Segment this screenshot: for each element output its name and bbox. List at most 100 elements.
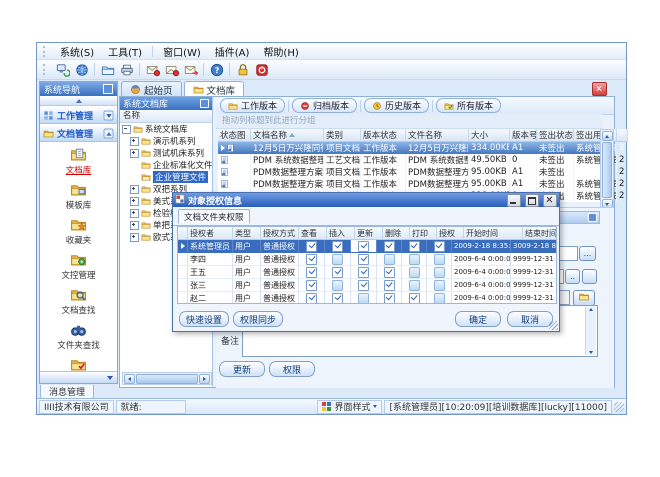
expand-plus-icon[interactable] — [130, 233, 139, 242]
sidebar-item-3[interactable]: 文控管理 — [40, 249, 117, 284]
permission-row-4[interactable]: 赵二用户普通授权2009-6-4 0:00:009999-12-31 23:59… — [178, 292, 556, 304]
sidebar-item-5[interactable]: 文件夹查找 — [40, 319, 117, 354]
checkbox[interactable] — [306, 267, 317, 278]
checkbox[interactable] — [358, 241, 369, 252]
tree-horizontal-scrollbar[interactable] — [122, 372, 212, 385]
checkbox[interactable] — [358, 293, 369, 304]
tree-node-3[interactable]: 企业标准化文件 — [120, 159, 212, 171]
perm-column-header-0[interactable] — [178, 227, 188, 240]
checkbox[interactable] — [306, 241, 317, 252]
version-tab-1[interactable]: 归档版本 — [292, 98, 357, 113]
toolbar-button-mail-read[interactable] — [162, 61, 181, 78]
checkbox[interactable] — [306, 293, 317, 304]
expand-plus-icon[interactable] — [130, 185, 139, 194]
checkbox[interactable] — [332, 254, 343, 265]
menu-item-1[interactable]: 工具(T) — [101, 43, 149, 60]
checkbox[interactable] — [409, 280, 420, 291]
table-row-3[interactable]: PDM数据整理方案2.doc项目文档工作版本PDM数据整理方案2.doc95.0… — [218, 178, 600, 190]
perm-column-header-2[interactable]: 类型 — [233, 227, 261, 240]
toolbar-button-lock[interactable] — [233, 61, 252, 78]
toolbar-button-globe[interactable] — [72, 61, 91, 78]
checkbox[interactable] — [434, 241, 445, 252]
expand-plus-icon[interactable] — [130, 149, 139, 158]
scroll-right-button[interactable] — [199, 374, 210, 384]
scrollbar-thumb[interactable] — [136, 374, 198, 384]
table-vertical-scrollbar[interactable] — [600, 129, 614, 211]
perm-column-header-3[interactable]: 授权方式 — [261, 227, 299, 240]
sidebar-group-1[interactable]: 文档管理 — [40, 124, 117, 142]
table-row-2[interactable]: PDM数据整理方案.doc项目文档工作版本PDM数据整理方案.doc95.00K… — [218, 166, 600, 178]
checkbox[interactable] — [409, 241, 420, 252]
table-row-1[interactable]: PDM 系统数据整理检...工艺文档工作版本PDM 系统数据整理...49.50… — [218, 154, 600, 166]
message-panel-tab[interactable]: 消息管理 — [40, 385, 94, 399]
checkbox[interactable] — [409, 267, 420, 278]
perm-column-header-4[interactable]: 查看 — [299, 227, 327, 240]
quick-setup-button[interactable]: 快速设置 — [179, 311, 229, 327]
checkbox[interactable] — [358, 267, 369, 278]
tree-column-header[interactable]: 名称 — [120, 110, 212, 123]
close-tab-button[interactable] — [592, 82, 607, 96]
scroll-left-button[interactable] — [124, 374, 135, 384]
sidebar-overflow-strip[interactable] — [40, 371, 117, 383]
permission-sync-button[interactable]: 权限同步 — [233, 311, 283, 327]
permission-row-2[interactable]: 王五用户普通授权2009-6-4 0:00:009999-12-31 23:59… — [178, 266, 556, 279]
collapse-minus-icon[interactable] — [122, 125, 131, 134]
ok-button[interactable]: 确定 — [455, 311, 501, 327]
toolbar-button-printer[interactable] — [117, 61, 136, 78]
scrollbar-thumb[interactable] — [602, 142, 612, 198]
checkbox[interactable] — [434, 293, 445, 304]
checkbox[interactable] — [332, 241, 343, 252]
checkbox[interactable] — [358, 254, 369, 265]
version-tab-0[interactable]: 工作版本 — [220, 98, 285, 113]
permission-row-0[interactable]: 系统管理员用户普通授权2009-2-18 8:35:573009-2-18 8:… — [178, 240, 556, 253]
column-header-9[interactable] — [617, 129, 628, 142]
column-header-5[interactable]: 大小 — [469, 129, 510, 142]
chevron-up-icon[interactable] — [104, 128, 114, 138]
detail-side-button[interactable] — [582, 269, 597, 284]
permission-row-3[interactable]: 张三用户普通授权2009-6-4 0:00:009999-12-31 23:59… — [178, 279, 556, 292]
checkbox[interactable] — [306, 254, 317, 265]
checkbox[interactable] — [434, 254, 445, 265]
pin-icon[interactable] — [200, 99, 209, 108]
menu-item-0[interactable]: 系统(S) — [53, 43, 101, 60]
expand-plus-icon[interactable] — [130, 221, 139, 230]
minimize-button[interactable] — [507, 194, 521, 207]
checkbox[interactable] — [434, 280, 445, 291]
sidebar-item-4[interactable]: 文档查找 — [40, 284, 117, 319]
sidebar-scroll-up[interactable] — [40, 96, 117, 106]
menu-item-2[interactable]: 窗口(W) — [156, 43, 208, 60]
checkbox[interactable] — [409, 254, 420, 265]
checkbox[interactable] — [409, 293, 420, 304]
perm-column-header-1[interactable]: 授权者 — [188, 227, 233, 240]
perm-column-header-7[interactable]: 删除 — [383, 227, 410, 240]
perm-column-header-5[interactable]: 插入 — [327, 227, 355, 240]
permission-row-1[interactable]: 李四用户普通授权2009-6-4 0:00:009999-12-31 23:59… — [178, 253, 556, 266]
permission-button[interactable]: 权限 — [269, 361, 315, 377]
tree-node-2[interactable]: 测试机床系列 — [120, 147, 212, 159]
checkbox[interactable] — [332, 293, 343, 304]
expand-plus-icon[interactable] — [130, 209, 139, 218]
resize-grip[interactable] — [614, 402, 624, 412]
version-tab-3[interactable]: 所有版本 — [436, 98, 501, 113]
column-header-4[interactable]: 文件名称 — [406, 129, 469, 142]
browse-ellipsis-button[interactable]: .. — [565, 269, 580, 284]
tree-node-4[interactable]: 企业管理文件 — [120, 171, 212, 183]
column-header-2[interactable]: 类别 — [324, 129, 361, 142]
perm-column-header-6[interactable]: 更新 — [355, 227, 383, 240]
toolbar-button-mail-receive[interactable] — [143, 61, 162, 78]
tab-1[interactable]: 文档库 — [184, 81, 245, 97]
expand-plus-icon[interactable] — [130, 137, 139, 146]
menu-item-4[interactable]: 帮助(H) — [256, 43, 305, 60]
perm-column-header-8[interactable]: 打印 — [410, 227, 437, 240]
dialog-title-bar[interactable]: 对象授权信息 — [173, 193, 559, 207]
checkbox[interactable] — [384, 254, 395, 265]
remark-scrollbar[interactable] — [585, 307, 596, 355]
resize-grip[interactable] — [549, 321, 558, 330]
column-header-1[interactable]: 文档名称 — [251, 129, 324, 142]
column-header-7[interactable]: 签出状态 — [537, 129, 574, 142]
chevron-down-icon[interactable] — [104, 110, 114, 120]
perm-column-header-11[interactable]: 结束时间 — [523, 227, 557, 240]
toolbar-button-help[interactable]: ? — [207, 61, 226, 78]
scroll-up-button[interactable] — [602, 131, 613, 141]
perm-column-header-9[interactable]: 授权 — [437, 227, 464, 240]
